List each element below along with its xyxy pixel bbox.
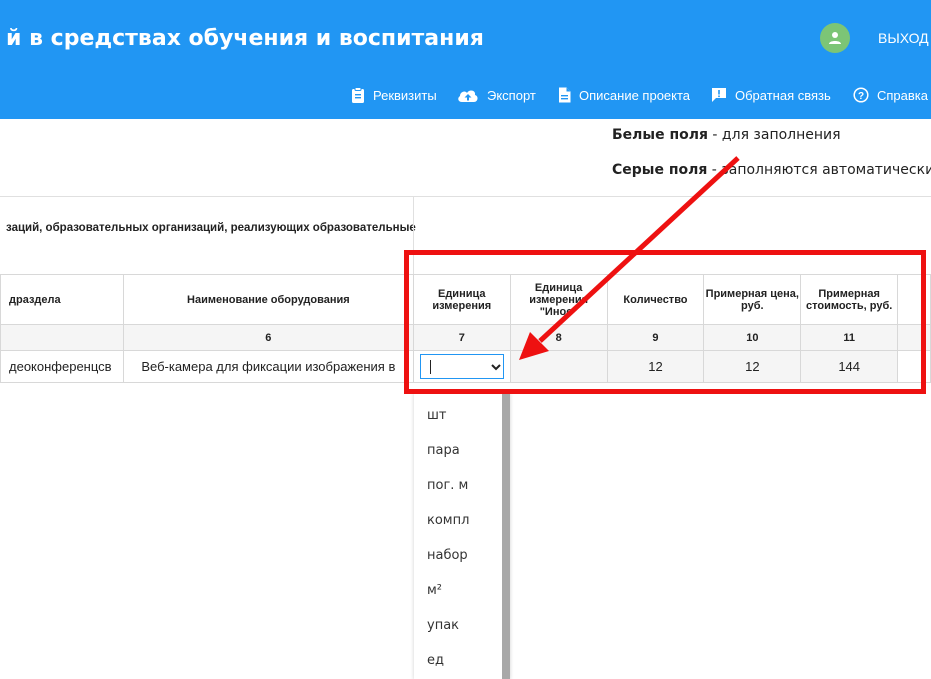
col-header-equipment: Наименование оборудования — [122, 274, 414, 325]
user-avatar[interactable] — [820, 23, 850, 53]
legend-gray-term: Серые поля — [612, 162, 708, 178]
nav-requisites-label: Реквизиты — [373, 87, 437, 103]
nav-project-description-label: Описание проекта — [579, 87, 691, 103]
dropdown-option-ed[interactable]: ед — [427, 653, 444, 668]
table-caption: заций, образовательных организаций, реал… — [6, 222, 416, 234]
logout-button[interactable]: ВЫХОД — [878, 30, 929, 46]
col-number: 6 — [122, 324, 414, 351]
nav-help[interactable]: ? Справка — [853, 84, 928, 106]
dropdown-option-para[interactable]: пара — [427, 443, 460, 458]
nav-export-label: Экспорт — [487, 87, 536, 103]
table-top-border — [0, 196, 931, 197]
legend-white-text: - для заполнения — [707, 127, 841, 143]
nav-help-label: Справка — [877, 87, 928, 103]
nav-feedback[interactable]: Обратная связь — [711, 84, 831, 106]
nav-feedback-label: Обратная связь — [735, 87, 831, 103]
highlight-box — [404, 250, 926, 394]
clipboard-icon — [352, 87, 364, 103]
unit-dropdown-list[interactable]: шт пара пог. м компл набор м² упак ед — [414, 392, 510, 679]
legend-white-fields: Белые поля - для заполнения — [612, 127, 841, 143]
dropdown-option-pog-m[interactable]: пог. м — [427, 478, 468, 493]
cloud-upload-icon — [458, 90, 478, 102]
help-icon: ? — [853, 87, 869, 103]
col-header-section: драздела — [0, 274, 124, 325]
dropdown-scrollbar[interactable] — [502, 392, 510, 679]
legend-white-term: Белые поля — [612, 127, 708, 143]
col-number — [0, 324, 124, 351]
dropdown-option-upak[interactable]: упак — [427, 618, 459, 633]
svg-text:?: ? — [858, 91, 864, 102]
feedback-icon — [712, 88, 726, 102]
dropdown-option-nabor[interactable]: набор — [427, 548, 468, 563]
cell-section[interactable]: деоконференцсв — [0, 350, 124, 383]
legend-gray-text: - заполняются автоматически — [707, 162, 931, 178]
dropdown-option-sht[interactable]: шт — [427, 408, 446, 423]
dropdown-option-kompl[interactable]: компл — [427, 513, 469, 528]
app-title: й в средствах обучения и воспитания — [6, 26, 484, 51]
cell-equipment[interactable]: Веб-камера для фиксации изображения в — [122, 350, 414, 383]
user-icon — [829, 32, 841, 44]
app-header: й в средствах обучения и воспитания ВЫХО… — [0, 0, 931, 119]
dropdown-option-m2[interactable]: м² — [427, 583, 442, 598]
nav-requisites[interactable]: Реквизиты — [351, 84, 437, 106]
nav-project-description[interactable]: Описание проекта — [558, 84, 690, 106]
nav-export[interactable]: Экспорт — [457, 84, 536, 106]
legend-gray-fields: Серые поля - заполняются автоматически — [612, 162, 931, 178]
document-icon — [559, 87, 571, 103]
